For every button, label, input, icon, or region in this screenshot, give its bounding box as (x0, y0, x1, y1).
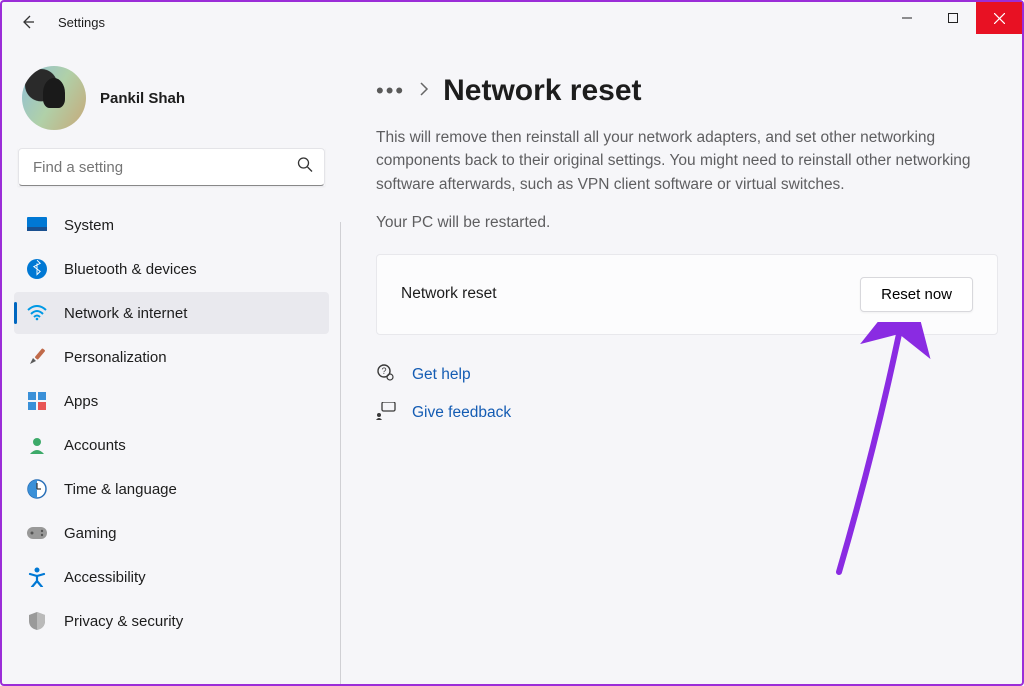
accounts-icon (26, 434, 48, 456)
sidebar-item-personalization[interactable]: Personalization (14, 336, 329, 378)
sidebar-item-label: Accounts (64, 437, 126, 454)
sidebar-item-time[interactable]: Time & language (14, 468, 329, 510)
sidebar-item-label: Apps (64, 393, 98, 410)
apps-icon (26, 390, 48, 412)
description-text: This will remove then reinstall all your… (376, 126, 996, 196)
sidebar-item-label: Network & internet (64, 305, 187, 322)
sidebar-item-privacy[interactable]: Privacy & security (14, 600, 329, 642)
shield-icon (26, 610, 48, 632)
sidebar-item-bluetooth[interactable]: Bluetooth & devices (14, 248, 329, 290)
sidebar-item-label: System (64, 217, 114, 234)
card-label: Network reset (401, 285, 497, 303)
system-icon (26, 214, 48, 236)
sidebar-item-label: Accessibility (64, 569, 146, 586)
maximize-button[interactable] (930, 2, 976, 34)
sidebar-item-apps[interactable]: Apps (14, 380, 329, 422)
sidebar-item-label: Time & language (64, 481, 177, 498)
sidebar-item-system[interactable]: System (14, 204, 329, 246)
profile[interactable]: Pankil Shah (14, 60, 329, 148)
avatar (22, 66, 86, 130)
page-title: Network reset (443, 74, 641, 108)
reset-now-button[interactable]: Reset now (860, 277, 973, 312)
svg-text:?: ? (381, 366, 386, 376)
window-title: Settings (58, 15, 105, 30)
sidebar-item-label: Personalization (64, 349, 167, 366)
sidebar-item-network[interactable]: Network & internet (14, 292, 329, 334)
search-icon (297, 157, 313, 178)
clock-icon (26, 478, 48, 500)
sidebar-item-accessibility[interactable]: Accessibility (14, 556, 329, 598)
nav: System Bluetooth & devices Network & int… (14, 204, 329, 642)
profile-name: Pankil Shah (100, 90, 185, 107)
wifi-icon (26, 302, 48, 324)
help-icon: ? (376, 363, 396, 388)
back-button[interactable] (18, 12, 38, 32)
feedback-icon (376, 402, 396, 425)
search-input[interactable] (18, 148, 325, 186)
get-help-link[interactable]: Get help (412, 366, 471, 384)
close-button[interactable] (976, 2, 1022, 34)
restart-note: Your PC will be restarted. (376, 214, 998, 232)
main-content: ••• Network reset This will remove then … (342, 42, 1022, 684)
bluetooth-icon (26, 258, 48, 280)
breadcrumb-more-icon[interactable]: ••• (376, 78, 405, 104)
personalization-icon (26, 346, 48, 368)
minimize-button[interactable] (884, 2, 930, 34)
sidebar-item-label: Privacy & security (64, 613, 183, 630)
feedback-row: Give feedback (376, 402, 998, 425)
search-container (18, 148, 325, 186)
help-links: ? Get help Give feedback (376, 363, 998, 425)
give-feedback-link[interactable]: Give feedback (412, 404, 511, 422)
sidebar-item-gaming[interactable]: Gaming (14, 512, 329, 554)
get-help-row: ? Get help (376, 363, 998, 388)
sidebar-item-label: Bluetooth & devices (64, 261, 197, 278)
accessibility-icon (26, 566, 48, 588)
sidebar: Pankil Shah System Bluetooth & devices (2, 42, 342, 684)
sidebar-item-accounts[interactable]: Accounts (14, 424, 329, 466)
network-reset-card: Network reset Reset now (376, 254, 998, 335)
gaming-icon (26, 522, 48, 544)
sidebar-item-label: Gaming (64, 525, 117, 542)
breadcrumb: ••• Network reset (376, 74, 998, 108)
chevron-right-icon (419, 82, 429, 101)
